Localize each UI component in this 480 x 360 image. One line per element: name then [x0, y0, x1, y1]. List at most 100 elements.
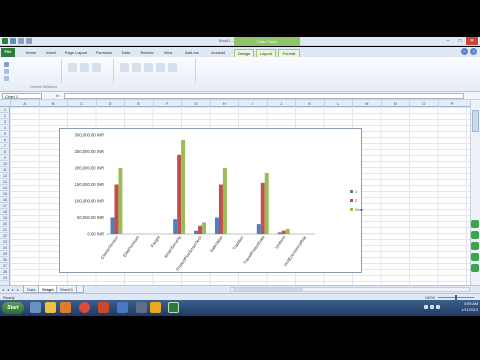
tab-format[interactable]: Format: [278, 49, 300, 57]
tab-insert[interactable]: Insert: [42, 49, 60, 57]
format-selection-icon[interactable]: [4, 69, 9, 74]
x-tick-label: Tradition: [231, 234, 245, 251]
y-tick-label: 200,000.00 INR: [75, 166, 104, 171]
column-header-cell[interactable]: C: [67, 100, 96, 107]
tab-home[interactable]: Home: [22, 49, 40, 57]
tab-data[interactable]: Data: [118, 49, 134, 57]
chart-elements-icon[interactable]: [4, 62, 9, 67]
bar: [177, 154, 182, 234]
column-header-cell[interactable]: H: [209, 100, 239, 107]
ribbon-group-insert: [64, 59, 114, 83]
reset-style-icon[interactable]: [4, 76, 9, 81]
tab-design[interactable]: Design: [234, 49, 254, 57]
tab-formulas[interactable]: Formulas: [92, 49, 116, 57]
shapes-icon[interactable]: [80, 63, 89, 72]
help-icon[interactable]: ?: [470, 48, 477, 55]
side-tool-icon[interactable]: [471, 253, 479, 261]
legend-icon[interactable]: [144, 63, 153, 72]
taskbar-app-icon[interactable]: [98, 302, 109, 313]
legend-label: Overall Result: [355, 208, 363, 212]
column-header-cell[interactable]: P: [437, 100, 467, 107]
tab-file[interactable]: File: [1, 48, 15, 57]
y-tick-label: 50,000.00 INR: [77, 215, 104, 220]
column-header-cell[interactable]: O: [409, 100, 438, 107]
tab-page-layout[interactable]: Page Layout: [62, 49, 90, 57]
screen: Book1 - Microsoft Excel Chart Tools – □ …: [0, 0, 480, 360]
data-labels-icon[interactable]: [156, 63, 165, 72]
tray-icon[interactable]: [436, 305, 440, 309]
legend-label: 2: [355, 199, 357, 203]
y-tick-label: 300,000.00 INR: [75, 133, 104, 138]
name-box[interactable]: Chart 1: [2, 93, 42, 99]
taskbar-app-icon[interactable]: [30, 302, 41, 313]
side-tool-icon[interactable]: [471, 220, 479, 228]
select-all-corner[interactable]: [0, 100, 10, 107]
column-header-cell[interactable]: G: [181, 100, 210, 107]
picture-icon[interactable]: [68, 63, 77, 72]
tray-icon[interactable]: [424, 305, 428, 309]
x-tick-label: SmartSecurity: [163, 234, 183, 259]
vertical-scroll-thumb[interactable]: [472, 110, 479, 132]
ribbon-group-label: Current Selection: [30, 85, 58, 89]
formula-bar: Chart 1 fx: [0, 92, 480, 100]
fx-icon[interactable]: fx: [56, 93, 59, 98]
legend-swatch: [350, 199, 353, 202]
bar: [194, 230, 199, 234]
bar: [256, 224, 261, 234]
column-header-cell[interactable]: N: [380, 100, 410, 107]
horizontal-scrollbar[interactable]: [230, 287, 470, 292]
side-tool-icon[interactable]: [471, 242, 479, 250]
column-header-cell[interactable]: F: [152, 100, 182, 107]
column-header-cell[interactable]: I: [238, 100, 267, 107]
bar: [173, 219, 178, 234]
tab-add-ins[interactable]: Add-Ins: [180, 49, 204, 57]
horizontal-scroll-thumb[interactable]: [233, 288, 303, 291]
taskbar-app-icon[interactable]: [150, 302, 161, 313]
data-table-icon[interactable]: [168, 63, 177, 72]
side-tool-icon[interactable]: [471, 231, 479, 239]
bar: [285, 229, 290, 234]
minimize-button[interactable]: –: [442, 37, 454, 45]
column-header-cell[interactable]: M: [352, 100, 381, 107]
taskbar-app-icon[interactable]: [136, 302, 147, 313]
column-header-cell[interactable]: K: [295, 100, 324, 107]
ribbon-minimize-icon[interactable]: ^: [461, 48, 468, 55]
chart[interactable]: 0.00 INR 50,000.00 INR 100,000.00 INR 150,0…: [59, 128, 363, 273]
excel-taskbar-icon[interactable]: [168, 302, 179, 313]
taskbar-app-icon[interactable]: [45, 302, 56, 313]
axis-titles-icon[interactable]: [132, 63, 141, 72]
x-tick-label: UnitEconomicsRisk: [283, 234, 308, 267]
side-tool-icon[interactable]: [471, 264, 479, 272]
start-button[interactable]: Start: [2, 302, 24, 314]
chrome-icon[interactable]: [79, 302, 90, 313]
chart-title-icon[interactable]: [120, 63, 129, 72]
clock[interactable]: 3:59 AM 1/11/2013: [442, 301, 478, 315]
tab-acrobat[interactable]: Acrobat: [207, 49, 229, 57]
zoom-slider[interactable]: [438, 295, 474, 300]
maximize-button[interactable]: □: [454, 37, 466, 45]
tray-icon[interactable]: [430, 305, 434, 309]
close-button[interactable]: ✕: [466, 37, 478, 45]
side-toolbar: [471, 220, 480, 275]
chart-tools-label: Chart Tools: [234, 37, 300, 46]
column-header-cell[interactable]: B: [38, 100, 68, 107]
sheet-tab-graph[interactable]: Graph: [38, 286, 58, 293]
column-header-cell[interactable]: E: [124, 100, 153, 107]
taskbar-app-icon[interactable]: [60, 302, 71, 313]
insert-sheet-icon[interactable]: [76, 286, 84, 293]
sheet-tab-sheet3[interactable]: Sheet3: [56, 286, 77, 293]
column-header-cell[interactable]: L: [323, 100, 353, 107]
sheet-tab-data[interactable]: Data: [23, 286, 40, 293]
row-header-cell[interactable]: 29: [0, 275, 10, 281]
taskbar-app-icon[interactable]: [117, 302, 128, 313]
column-header-cell[interactable]: A: [10, 100, 39, 107]
ribbon-group-current-selection: [2, 59, 62, 83]
column-header-cell[interactable]: D: [95, 100, 125, 107]
tab-review[interactable]: Review: [137, 49, 157, 57]
formula-input[interactable]: [64, 93, 464, 99]
textbox-icon[interactable]: [92, 63, 101, 72]
tab-layout[interactable]: Layout: [256, 49, 276, 57]
column-header-cell[interactable]: J: [266, 100, 296, 107]
letterbox-top: [0, 0, 480, 37]
tab-view[interactable]: View: [160, 49, 176, 57]
